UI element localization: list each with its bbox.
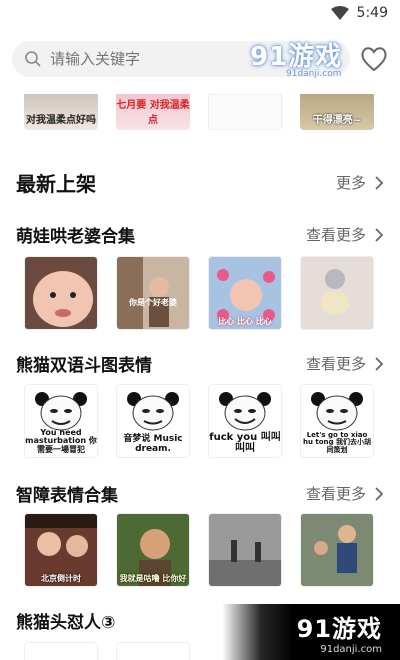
more-label: 更多: [335, 174, 366, 192]
watermark-logo-text: 91游戏: [296, 615, 382, 643]
card-caption: fuck you 叫叫 叫叫: [209, 432, 281, 454]
kids-scene-image: [301, 514, 373, 586]
watermark-logo-text: 91游戏: [250, 42, 343, 72]
chevron-right-icon: [375, 486, 384, 501]
baby-face-image: [25, 257, 97, 329]
sticker-card[interactable]: [24, 642, 98, 660]
strip-caption: 七月要 对我温柔点: [116, 100, 190, 126]
new-more-link[interactable]: 更多: [336, 172, 384, 193]
strip-item-bg: [209, 95, 281, 129]
status-bar: 5:49: [0, 0, 400, 26]
panda-face-image: [127, 392, 179, 431]
section-title-new: 最新上架: [16, 172, 96, 196]
group-header: 智障表情合集 查看更多: [16, 481, 384, 506]
group-title: 熊猫头怼人③: [16, 613, 116, 633]
strip-item[interactable]: 七月要 对我温柔点: [116, 94, 190, 130]
new-section-header: 最新上架 更多: [16, 168, 384, 197]
group-row: 北京倒计时 我就是咕噜 比你好: [24, 513, 374, 587]
heart-icon: [361, 47, 387, 72]
group-header: 萌娃哄老婆合集 查看更多: [16, 222, 384, 247]
sticker-card[interactable]: [24, 256, 98, 330]
group-row: 你是个好老婆 比心 比心 比心: [24, 256, 374, 330]
sticker-card[interactable]: 比心 比心 比心: [208, 256, 282, 330]
group-title: 熊猫双语斗图表情: [16, 356, 152, 376]
sticker-card[interactable]: [116, 642, 190, 660]
chevron-right-icon: [375, 227, 384, 242]
group-row: [24, 642, 190, 660]
group-title: 智障表情合集: [16, 486, 118, 506]
strip-caption: 对我温柔点好吗: [26, 115, 96, 126]
group-more-link[interactable]: 查看更多: [306, 353, 384, 374]
panda-face-image: [219, 392, 271, 431]
card-caption: 比心 比心 比心: [218, 316, 272, 326]
panda-face-image: [311, 392, 363, 431]
clock: 5:49: [356, 5, 388, 21]
watermark-logo-top: 91游戏 91danji.com: [250, 36, 342, 79]
sticker-card[interactable]: Let's go to xiao hu tong 我们去小胡同策划: [300, 384, 374, 458]
panda-face-image: [35, 392, 87, 431]
more-label: 查看更多: [305, 485, 366, 503]
group-more-link[interactable]: 查看更多: [306, 483, 384, 504]
more-label: 查看更多: [305, 226, 366, 244]
search-icon: [25, 51, 41, 67]
strip-caption: 干得漂亮~: [312, 115, 362, 126]
card-caption: Let's go to xiao hu tong 我们去小胡同策划: [303, 430, 371, 454]
card-caption: 音梦说 Music dream.: [123, 434, 183, 454]
card-caption: 你是个好老婆: [129, 297, 177, 307]
more-label: 查看更多: [305, 355, 366, 373]
chevron-right-icon: [375, 356, 384, 371]
sticker-card[interactable]: fuck you 叫叫 叫叫: [208, 384, 282, 458]
strip-item[interactable]: 对我温柔点好吗: [24, 94, 98, 130]
group-more-link[interactable]: 查看更多: [306, 224, 384, 245]
watermark-logo-bottom: 91游戏 91danji.com: [222, 604, 400, 660]
sticker-card[interactable]: 我就是咕噜 比你好: [116, 513, 190, 587]
card-caption: 北京倒计时: [41, 573, 81, 583]
sticker-card[interactable]: [300, 513, 374, 587]
search-input[interactable]: [50, 50, 250, 68]
group-row: You need masturbation 你需要一場冒犯 音梦说 Music …: [24, 384, 374, 458]
baby-crawl-image: [301, 257, 373, 329]
child-peek-image: [117, 257, 189, 329]
sticker-card[interactable]: 你是个好老婆: [116, 256, 190, 330]
sticker-strip: 对我温柔点好吗 七月要 对我温柔点 干得漂亮~: [0, 94, 400, 130]
card-caption: 我就是咕噜 比你好: [119, 573, 187, 583]
strip-item[interactable]: [208, 94, 282, 130]
sticker-card[interactable]: You need masturbation 你需要一場冒犯: [24, 384, 98, 458]
sticker-card[interactable]: 音梦说 Music dream.: [116, 384, 190, 458]
chevron-right-icon: [375, 175, 384, 190]
group-header: 熊猫双语斗图表情 查看更多: [16, 351, 384, 376]
watermark-site-text: 91danji.com: [320, 644, 382, 655]
favorites-button[interactable]: [360, 45, 388, 73]
sticker-card[interactable]: [300, 256, 374, 330]
sticker-card[interactable]: 北京倒计时: [24, 513, 98, 587]
group-title: 萌娃哄老婆合集: [16, 227, 135, 247]
sticker-card[interactable]: [208, 513, 282, 587]
strip-item[interactable]: 干得漂亮~: [300, 94, 374, 130]
wifi-icon: [330, 6, 349, 20]
card-caption: You need masturbation 你需要一場冒犯: [25, 427, 97, 454]
street-scene-image: [209, 514, 281, 586]
watermark-site-text: 91danji.com: [286, 69, 342, 79]
